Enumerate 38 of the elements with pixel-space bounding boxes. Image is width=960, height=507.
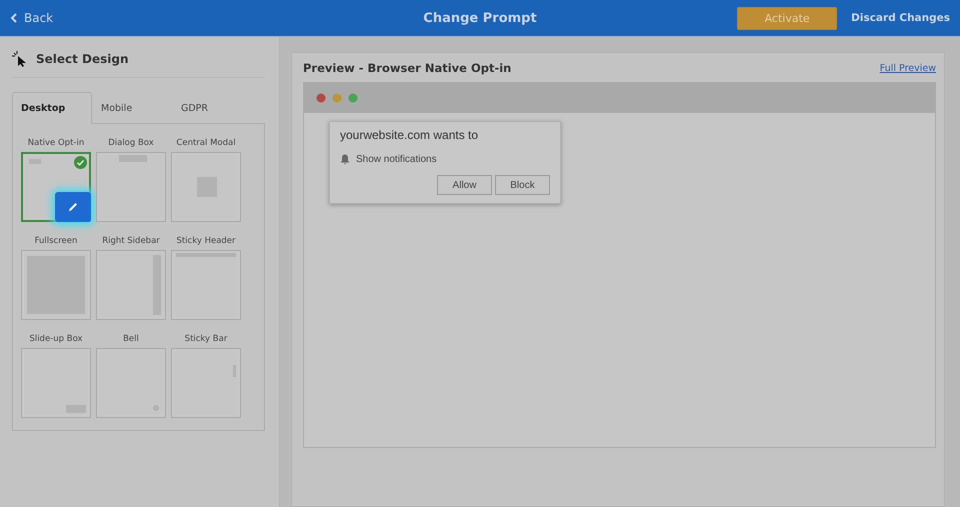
design-label: Fullscreen	[34, 236, 78, 246]
design-thumbnail[interactable]	[171, 152, 241, 222]
design-thumbnail[interactable]	[21, 250, 91, 320]
permission-text: Show notifications	[356, 154, 437, 165]
design-label: Sticky Bar	[184, 334, 228, 344]
checkmark-icon	[74, 156, 87, 169]
design-thumbnail[interactable]	[96, 152, 166, 222]
design-label: Right Sidebar	[102, 236, 160, 246]
design-thumbnail[interactable]	[21, 152, 91, 222]
design-label: Slide-up Box	[29, 334, 83, 344]
panel-title: Select Design	[36, 52, 129, 66]
full-preview-link[interactable]: Full Preview	[880, 62, 936, 74]
chevron-left-icon	[10, 13, 18, 23]
design-thumbnail[interactable]	[96, 348, 166, 418]
prompt-button[interactable]: Allow	[437, 175, 492, 195]
back-button[interactable]: Back	[10, 11, 54, 25]
design-thumbnail[interactable]	[171, 250, 241, 320]
tab[interactable]: Mobile	[92, 92, 172, 124]
discard-changes-button[interactable]: Discard Changes	[851, 12, 950, 24]
preview-title: Preview - Browser Native Opt-in	[303, 61, 512, 75]
edit-button[interactable]	[55, 192, 91, 222]
tab[interactable]: Desktop	[12, 92, 92, 124]
window-controls-icon	[316, 93, 360, 103]
bell-icon	[340, 154, 350, 165]
design-thumbnail[interactable]	[21, 348, 91, 418]
design-thumbnail[interactable]	[96, 250, 166, 320]
prompt-button[interactable]: Block	[495, 175, 550, 195]
design-label: Sticky Header	[176, 236, 236, 246]
design-label: Dialog Box	[108, 138, 154, 148]
cursor-click-icon	[12, 51, 28, 67]
design-label: Native Opt-in	[28, 138, 84, 148]
design-label: Bell	[123, 334, 139, 344]
page-title: Change Prompt	[423, 10, 537, 26]
pencil-icon	[67, 201, 79, 213]
prompt-heading: yourwebsite.com wants to	[340, 128, 480, 142]
tab[interactable]: GDPR	[172, 92, 252, 124]
design-label: Central Modal	[176, 138, 236, 148]
design-thumbnail[interactable]	[171, 348, 241, 418]
